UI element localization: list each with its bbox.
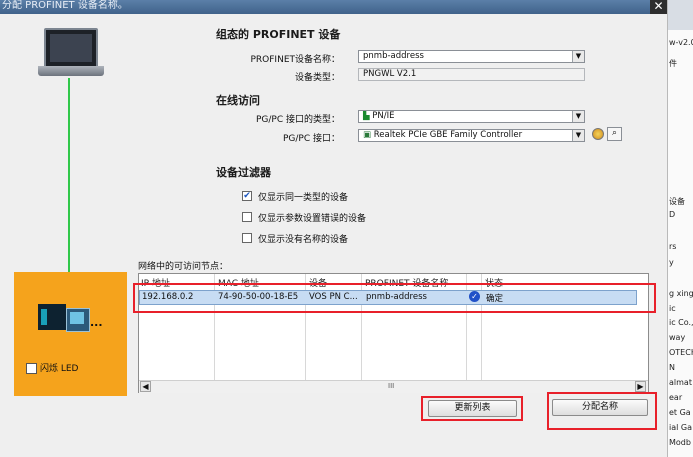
- bg-text: w-v2.0: [669, 38, 693, 47]
- scroll-thumb[interactable]: III: [388, 382, 394, 390]
- bg-text: N: [669, 363, 675, 372]
- online-heading: 在线访问: [216, 94, 260, 107]
- chevron-down-icon[interactable]: ▼: [572, 111, 584, 122]
- pg-pc-laptop-icon: [44, 28, 98, 68]
- bg-text: g xing: [669, 289, 693, 298]
- highlight-assign-button: [547, 392, 657, 430]
- network-card-icon: ▣: [363, 130, 372, 140]
- close-button[interactable]: ✕: [650, 0, 667, 14]
- bg-text: OTECH: [669, 348, 693, 357]
- scroll-left-icon[interactable]: ◀: [140, 381, 151, 392]
- iface-type-label: PG/PC 接口的类型：: [255, 115, 340, 125]
- search-icon[interactable]: ⌕: [607, 127, 622, 141]
- pnie-icon: ▙: [363, 111, 370, 121]
- chevron-down-icon[interactable]: ▼: [572, 130, 584, 141]
- filter-heading: 设备过滤器: [216, 166, 271, 179]
- bg-text: y: [669, 258, 674, 267]
- device-panel: [14, 272, 127, 396]
- filter-same-type-label: 仅显示同一类型的设备: [258, 193, 349, 203]
- network-link-line: [68, 78, 70, 272]
- iface-label: PG/PC 接口：: [282, 134, 340, 144]
- device-more: ...: [90, 316, 103, 329]
- flash-led-checkbox[interactable]: [26, 363, 37, 374]
- laptop-base: [38, 66, 104, 76]
- filter-param-error-checkbox[interactable]: [242, 212, 252, 222]
- flash-led-label: 闪烁 LED: [40, 364, 79, 374]
- bg-text: rs: [669, 242, 677, 251]
- bg-text: 件: [669, 59, 677, 68]
- bg-text: ic Co.,: [669, 318, 693, 327]
- bg-text: ic: [669, 304, 676, 313]
- diagnostics-icon[interactable]: [592, 128, 604, 140]
- plc-device-icon: [38, 304, 66, 330]
- device-name-label: PROFINET设备名称：: [250, 55, 340, 65]
- iface-value: Realtek PCIe GBE Family Controller: [373, 130, 523, 140]
- bg-text: Modb: [669, 438, 691, 447]
- iface-type-value: PN/IE: [372, 111, 395, 121]
- device-name-select[interactable]: pnmb-address ▼: [358, 50, 585, 63]
- bg-text: way: [669, 333, 686, 342]
- device-type-field: PNGWL V2.1: [358, 68, 585, 81]
- scroll-right-icon[interactable]: ▶: [635, 381, 646, 392]
- device-type-label: 设备类型：: [294, 73, 340, 83]
- iface-type-select[interactable]: ▙ PN/IE ▼: [358, 110, 585, 123]
- dialog-title: 分配 PROFINET 设备名称。: [2, 0, 128, 11]
- bg-text: et Ga: [669, 408, 691, 417]
- filter-same-type-checkbox[interactable]: ✔: [242, 191, 252, 201]
- chevron-down-icon[interactable]: ▼: [572, 51, 584, 62]
- bg-text: almat: [669, 378, 692, 387]
- background-toolbar: [668, 0, 693, 30]
- bg-text: D: [669, 210, 676, 219]
- io-module-icon: [66, 308, 90, 332]
- background-application: w-v2.0 件 设备 D rs y g xing ic ic Co., way…: [667, 0, 693, 457]
- filter-param-error-label: 仅显示参数设置错误的设备: [258, 214, 367, 224]
- bg-text: 设备: [669, 197, 685, 206]
- bg-text: ear: [669, 393, 683, 402]
- dialog-title-bar: 分配 PROFINET 设备名称。: [0, 0, 667, 14]
- device-type-value: PNGWL V2.1: [363, 69, 417, 79]
- network-caption: 网络中的可访问节点：: [138, 262, 229, 272]
- filter-no-name-checkbox[interactable]: [242, 233, 252, 243]
- highlight-table-row: [133, 283, 656, 313]
- highlight-refresh-button: [421, 396, 523, 421]
- iface-select[interactable]: ▣ Realtek PCIe GBE Family Controller ▼: [358, 129, 585, 142]
- bg-text: ial Ga: [669, 423, 692, 432]
- filter-no-name-label: 仅显示没有名称的设备: [258, 235, 349, 245]
- device-name-value: pnmb-address: [363, 51, 424, 61]
- config-heading: 组态的 PROFINET 设备: [216, 28, 341, 41]
